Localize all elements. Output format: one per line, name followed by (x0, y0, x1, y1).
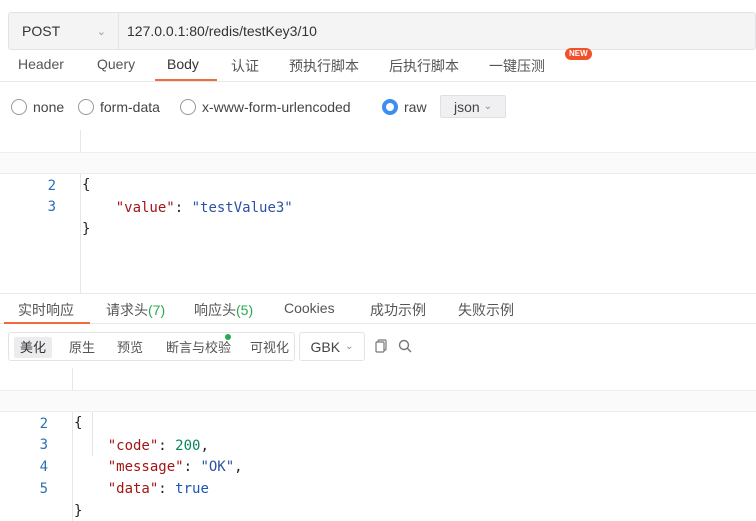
tab-fail-example[interactable]: 失败示例 (458, 300, 514, 320)
raw-format-label: json (453, 98, 480, 115)
tab-cookies[interactable]: Cookies (284, 300, 335, 316)
view-assert-button[interactable]: 断言与校验 (160, 337, 237, 358)
body-type-selector: none form-data x-www-form-urlencoded raw (0, 94, 756, 120)
method-label: POST (22, 23, 61, 39)
encoding-select[interactable]: GBK ⌄ (299, 332, 365, 361)
radio-circle-icon (180, 99, 196, 115)
code-line: 3 "message": "OK", (0, 412, 756, 475)
radio-urlencoded[interactable]: x-www-form-urlencoded (180, 94, 351, 120)
code-text: "value": "testValue3" (115, 200, 293, 216)
code-line: 1 { (0, 130, 756, 193)
json-value: true (175, 481, 209, 497)
new-badge: NEW (565, 48, 592, 60)
line-number: 5 (39, 481, 48, 497)
json-value: "testValue3" (191, 200, 293, 216)
view-visualize-button[interactable]: 可视化 (244, 337, 295, 358)
tab-response-headers[interactable]: 响应头(5) (194, 300, 253, 320)
tab-body[interactable]: Body (167, 56, 199, 72)
code-line: 5 } (0, 456, 756, 519)
tab-stress-test[interactable]: 一键压测 (489, 56, 545, 76)
radio-label: form-data (100, 99, 160, 115)
radio-label: none (33, 99, 65, 115)
code-text: } (82, 221, 91, 237)
url-input[interactable]: 127.0.0.1:80/redis/testKey3/10 (119, 23, 317, 39)
tab-pre-script[interactable]: 预执行脚本 (289, 56, 359, 76)
radio-circle-icon (11, 99, 27, 115)
count-badge: (7) (148, 302, 166, 318)
copy-icon[interactable] (373, 338, 389, 354)
method-select[interactable]: POST ⌄ (9, 13, 119, 49)
chevron-down-icon: ⌄ (96, 25, 106, 38)
code-line: 1 { (0, 368, 756, 431)
request-tabs: Header Query Body 认证 预执行脚本 后执行脚本 一键压测 (0, 52, 756, 82)
json-key: "value" (115, 200, 175, 216)
tab-request-headers[interactable]: 请求头(7) (106, 300, 165, 320)
chevron-down-icon: ⌄ (345, 341, 354, 352)
tab-post-script[interactable]: 后执行脚本 (389, 56, 459, 76)
tab-header[interactable]: Header (18, 56, 64, 72)
code-text: "data": true (107, 481, 209, 497)
radio-form-data[interactable]: form-data (78, 94, 160, 120)
radio-none[interactable]: none (11, 94, 64, 120)
radio-selected-icon (382, 99, 398, 115)
json-key: "data" (107, 481, 159, 497)
code-text: } (74, 503, 83, 519)
count-badge: (5) (236, 302, 254, 318)
tab-query[interactable]: Query (97, 56, 135, 72)
code-line: 3 } (0, 174, 756, 237)
request-body-editor[interactable]: 1 { 2 "value": "testValue3" 3 } (0, 130, 756, 293)
tab-live-response[interactable]: 实时响应 (18, 300, 74, 320)
search-icon[interactable] (397, 338, 413, 354)
raw-format-select[interactable]: json ⌄ (440, 95, 506, 118)
view-preview-button[interactable]: 预览 (111, 337, 149, 358)
response-body-viewer[interactable]: 1 { 2 "code": 200, 3 "message": "OK", 4 … (0, 368, 756, 521)
url-bar: POST ⌄ 127.0.0.1:80/redis/testKey3/10 (8, 12, 756, 50)
chevron-down-icon: ⌄ (483, 101, 493, 112)
radio-label: raw (404, 99, 427, 115)
line-number: 3 (47, 199, 56, 215)
response-tabs: 实时响应 请求头(7) 响应头(5) Cookies 成功示例 失败示例 (0, 293, 756, 324)
view-raw-button[interactable]: 原生 (63, 337, 101, 358)
radio-raw[interactable]: raw (382, 94, 427, 120)
view-mode-group: 美化 原生 预览 断言与校验 可视化 (8, 332, 295, 361)
active-tab-indicator (4, 322, 90, 324)
encoding-label: GBK (310, 338, 341, 355)
active-tab-indicator (155, 79, 217, 81)
status-dot-icon (225, 334, 231, 340)
view-pretty-button[interactable]: 美化 (14, 337, 53, 358)
code-line: 4 "data": true (0, 434, 756, 497)
code-line-current: 2 "code": 200, (0, 390, 756, 454)
code-line-current: 2 "value": "testValue3" (0, 152, 756, 216)
tab-success-example[interactable]: 成功示例 (370, 300, 426, 320)
tab-auth[interactable]: 认证 (231, 56, 259, 76)
radio-circle-icon (78, 99, 94, 115)
radio-label: x-www-form-urlencoded (202, 99, 351, 115)
